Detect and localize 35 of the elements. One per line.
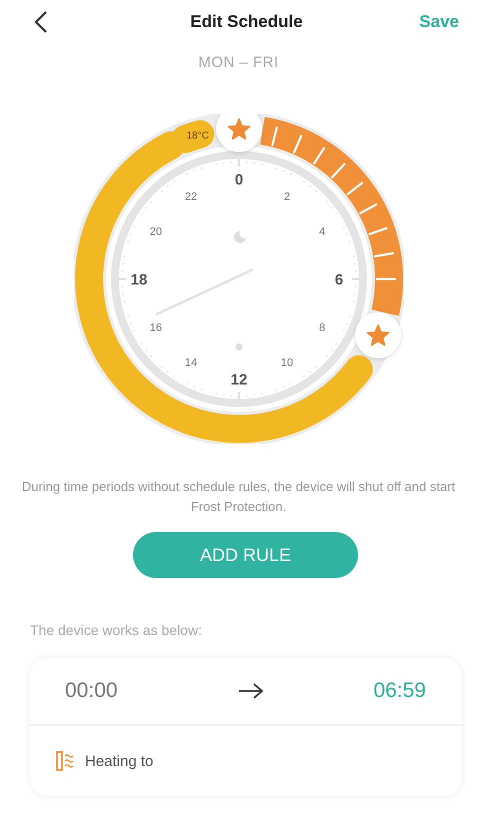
- schedule-period-arc[interactable]: [170, 120, 214, 153]
- moon-icon: [234, 231, 246, 243]
- add-rule-button[interactable]: ADD RULE: [133, 532, 358, 578]
- sun-icon: [235, 344, 242, 350]
- temperature-label: 18°C: [186, 130, 208, 142]
- rule-card[interactable]: 00:00 06:59 Heating to: [30, 658, 462, 796]
- hour-label: 20: [149, 226, 162, 238]
- heating-period-arc[interactable]: [258, 117, 402, 315]
- end-time: 06:59: [373, 679, 426, 703]
- hour-label: 0: [234, 172, 243, 188]
- section-label: The device works as below:: [30, 622, 203, 638]
- info-text: During time periods without schedule rules, the device will shut off and start Frost Protection.: [20, 478, 456, 516]
- hour-label: 16: [149, 322, 162, 334]
- hour-label: 10: [280, 357, 293, 370]
- hour-label: 4: [318, 226, 325, 238]
- screen-title: Edit Schedule: [190, 12, 303, 32]
- start-time: 00:00: [65, 679, 118, 703]
- hour-label: 22: [184, 190, 197, 203]
- save-button[interactable]: Save: [412, 8, 463, 36]
- hour-label: 18: [130, 272, 147, 288]
- mode-label: Heating to: [85, 752, 154, 770]
- hour-tick: [238, 392, 240, 399]
- hour-label: 12: [230, 372, 247, 388]
- hour-label: 6: [334, 272, 343, 288]
- star-handle[interactable]: [216, 114, 262, 152]
- hour-tick: [352, 278, 358, 280]
- hour-label: 14: [184, 357, 197, 370]
- hour-label: 8: [318, 322, 325, 334]
- arrow-right-icon: [238, 683, 264, 699]
- days-label: MON – FRI: [197, 54, 280, 71]
- hour-tick: [118, 278, 126, 280]
- star-handle[interactable]: [354, 312, 401, 358]
- hour-tick: [238, 159, 240, 166]
- chevron-left-icon: [34, 10, 48, 34]
- hour-label: 2: [283, 190, 290, 203]
